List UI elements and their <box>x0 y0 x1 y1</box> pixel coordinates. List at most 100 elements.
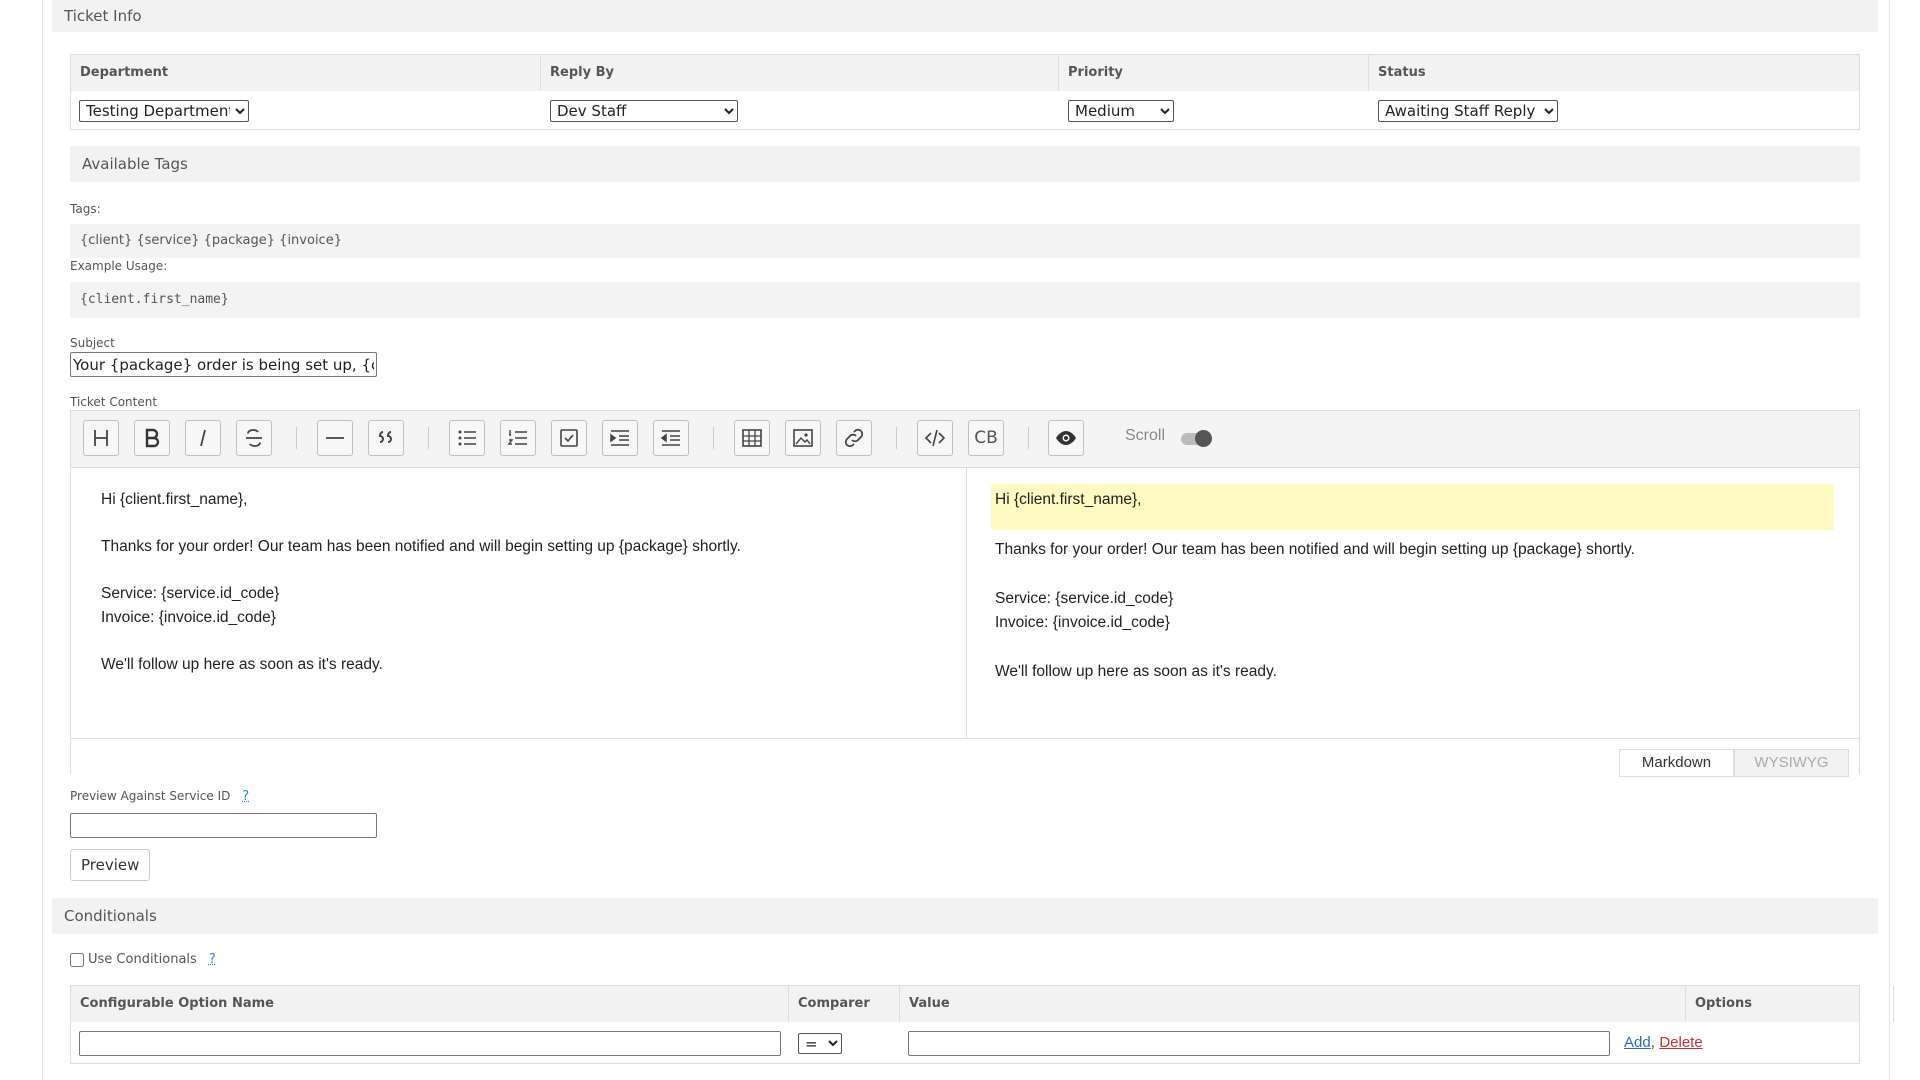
preview-line-service: Service: {service.id_code} <box>995 590 1174 607</box>
task-list-button[interactable] <box>551 420 587 456</box>
col-reply-by: Reply By <box>541 55 1059 91</box>
option-name-input[interactable] <box>79 1031 781 1056</box>
subject-label: Subject <box>70 336 115 350</box>
conditionals-table: Configurable Option Name Comparer Value … <box>70 985 1894 1064</box>
example-usage-box: {client.first_name} <box>70 282 1860 318</box>
outdent-button[interactable] <box>653 420 689 456</box>
col-option-name: Configurable Option Name <box>71 986 789 1022</box>
col-comparer: Comparer <box>789 986 900 1022</box>
image-icon <box>793 429 813 447</box>
tags-box: {client} {service} {package} {invoice} <box>70 224 1860 258</box>
ordered-list-button[interactable] <box>500 420 536 456</box>
code-icon <box>924 429 946 447</box>
action-separator: , <box>1650 1034 1655 1051</box>
conditionals-title: Conditionals <box>64 907 157 925</box>
italic-button[interactable] <box>185 420 221 456</box>
ticket-content-label: Ticket Content <box>70 395 158 409</box>
editor-input-pane[interactable]: Hi {client.first_name}, Thanks for your … <box>71 468 967 738</box>
reply-by-select[interactable]: Dev Staff <box>550 100 738 122</box>
code-block-label: CB <box>974 428 998 448</box>
outdent-icon <box>660 430 680 446</box>
image-button[interactable] <box>785 420 821 456</box>
subject-input[interactable] <box>70 352 377 377</box>
horizontal-rule-button[interactable] <box>317 420 353 456</box>
heading-icon <box>94 430 108 446</box>
editor-line-invoice: Invoice: {invoice.id_code} <box>101 609 276 626</box>
priority-select[interactable]: Medium <box>1068 100 1174 122</box>
quote-button[interactable] <box>368 420 404 456</box>
use-conditionals-row: Use Conditionals ? <box>70 952 216 967</box>
preview-text: Hi {client.first_name}, Thanks for your … <box>995 488 1835 684</box>
col-options: Options <box>1686 986 1894 1022</box>
code-block-button[interactable]: CB <box>968 420 1004 456</box>
editor-preview-pane: Hi {client.first_name}, Thanks for your … <box>967 468 1859 738</box>
table-button[interactable] <box>734 420 770 456</box>
preview-toggle-button[interactable] <box>1048 420 1084 456</box>
add-link[interactable]: Add <box>1624 1034 1651 1051</box>
conditionals-help-icon[interactable]: ? <box>209 952 216 967</box>
checkbox-icon <box>560 429 578 447</box>
use-conditionals-checkbox[interactable] <box>70 952 84 967</box>
col-department: Department <box>71 55 541 91</box>
tags-label: Tags: <box>70 202 101 216</box>
toolbar-separator <box>713 427 714 449</box>
indent-button[interactable] <box>602 420 638 456</box>
preview-service-id-text: Preview Against Service ID <box>70 789 231 803</box>
indent-icon <box>610 430 629 446</box>
available-tags-header: Available Tags <box>70 146 1860 182</box>
eye-icon <box>1056 431 1076 445</box>
preview-line-greeting: Hi {client.first_name}, <box>995 491 1142 508</box>
status-select[interactable]: Awaiting Staff Reply <box>1378 100 1558 122</box>
comparer-select[interactable]: = <box>798 1033 842 1054</box>
toolbar-separator <box>1028 427 1029 449</box>
example-usage-label: Example Usage: <box>70 259 168 273</box>
editor-text: Hi {client.first_name}, Thanks for your … <box>101 488 951 677</box>
preview-button[interactable]: Preview <box>70 849 151 881</box>
editor-line-greeting: Hi {client.first_name}, <box>101 491 248 508</box>
ordered-list-icon <box>507 430 527 445</box>
preview-help-icon[interactable]: ? <box>242 789 249 804</box>
ticket-info-title: Ticket Info <box>64 7 142 25</box>
conditionals-header: Conditionals <box>52 898 1878 934</box>
preview-line-invoice: Invoice: {invoice.id_code} <box>995 614 1170 631</box>
ticket-info-table-header: Department Reply By Priority Status <box>71 55 1859 91</box>
strikethrough-icon <box>246 429 262 447</box>
col-value: Value <box>900 986 1686 1022</box>
preview-service-id-label: Preview Against Service ID ? <box>70 789 249 804</box>
editor-footer: Markdown WYSIWYG <box>71 738 1859 777</box>
editor-toolbar: CB Scroll <box>71 411 1859 468</box>
heading-button[interactable] <box>83 420 119 456</box>
wysiwyg-mode-button[interactable]: WYSIWYG <box>1734 749 1849 777</box>
markdown-mode-button[interactable]: Markdown <box>1619 749 1734 777</box>
horizontal-rule-icon <box>326 437 344 439</box>
ticket-info-table: Department Reply By Priority Status Test… <box>70 54 1860 130</box>
quote-icon <box>378 431 392 443</box>
col-priority: Priority <box>1059 55 1369 91</box>
conditionals-table-header: Configurable Option Name Comparer Value … <box>71 986 1894 1022</box>
markdown-editor: CB Scroll Hi {client.first_name}, Thanks… <box>70 410 1860 777</box>
editor-line-follow-up: We'll follow up here as soon as it's rea… <box>101 656 383 673</box>
preview-line-thanks: Thanks for your order! Our team has been… <box>995 541 1635 558</box>
row-actions: Add, Delete <box>1624 1034 1703 1052</box>
bullet-list-button[interactable] <box>449 420 485 456</box>
bold-button[interactable] <box>134 420 170 456</box>
scroll-label: Scroll <box>1125 427 1166 444</box>
use-conditionals-label: Use Conditionals <box>88 952 197 967</box>
preview-service-id-input[interactable] <box>70 813 377 838</box>
table-icon <box>742 429 762 447</box>
link-button[interactable] <box>836 420 872 456</box>
scroll-toggle[interactable] <box>1181 430 1212 447</box>
available-tags-title: Available Tags <box>82 155 188 173</box>
preview-line-follow-up: We'll follow up here as soon as it's rea… <box>995 663 1277 680</box>
bullet-list-icon <box>458 430 476 446</box>
value-input[interactable] <box>908 1031 1610 1056</box>
toolbar-separator <box>428 427 429 449</box>
ticket-info-header: Ticket Info <box>52 0 1878 32</box>
bold-icon <box>145 428 160 448</box>
example-usage-value: {client.first_name} <box>80 292 229 307</box>
strikethrough-button[interactable] <box>236 420 272 456</box>
code-button[interactable] <box>917 420 953 456</box>
delete-link[interactable]: Delete <box>1659 1034 1702 1051</box>
col-status: Status <box>1378 65 1426 80</box>
department-select[interactable]: Testing Department <box>79 100 249 122</box>
